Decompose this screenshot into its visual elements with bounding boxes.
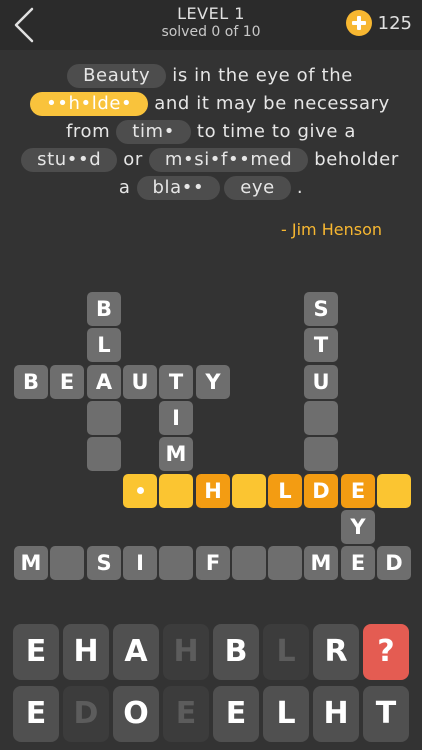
board-tile[interactable] (232, 546, 266, 580)
board-tile[interactable]: T (304, 328, 338, 362)
board-tile-selected[interactable] (123, 474, 157, 508)
board-tile[interactable]: U (123, 365, 157, 399)
board-tile[interactable] (159, 546, 193, 580)
letter-key[interactable]: L (263, 686, 309, 742)
board-tile[interactable]: S (87, 546, 121, 580)
board-tile-selected[interactable] (232, 474, 266, 508)
board-tile[interactable]: E (50, 365, 84, 399)
board-tile[interactable] (304, 437, 338, 471)
letter-key[interactable]: T (363, 686, 409, 742)
board-tile[interactable]: L (87, 328, 121, 362)
letter-key[interactable]: R (313, 624, 359, 680)
crossword-board: BSLTBEAUTYUIMHLDEYMSIFMED (0, 0, 422, 610)
board-tile[interactable]: U (304, 365, 338, 399)
hint-button[interactable]: ? (363, 624, 409, 680)
board-tile[interactable]: M (159, 437, 193, 471)
board-tile[interactable]: I (123, 546, 157, 580)
board-tile[interactable]: A (87, 365, 121, 399)
board-tile[interactable] (268, 546, 302, 580)
board-tile[interactable]: E (341, 546, 375, 580)
letter-key[interactable]: D (63, 686, 109, 742)
board-tile[interactable]: Y (196, 365, 230, 399)
letter-key[interactable]: E (13, 686, 59, 742)
letter-key[interactable]: A (113, 624, 159, 680)
board-tile-selected[interactable] (159, 474, 193, 508)
letter-key[interactable]: B (213, 624, 259, 680)
board-tile-selected[interactable]: E (341, 474, 375, 508)
board-tile[interactable]: M (304, 546, 338, 580)
letter-key[interactable]: L (263, 624, 309, 680)
letter-key[interactable]: H (163, 624, 209, 680)
board-tile[interactable]: T (159, 365, 193, 399)
board-tile-selected[interactable] (377, 474, 411, 508)
board-tile[interactable] (304, 401, 338, 435)
board-tile-selected[interactable]: D (304, 474, 338, 508)
board-tile[interactable]: I (159, 401, 193, 435)
letter-key[interactable]: H (313, 686, 359, 742)
board-tile[interactable]: M (14, 546, 48, 580)
board-tile-selected[interactable]: H (196, 474, 230, 508)
board-tile[interactable]: S (304, 292, 338, 326)
board-tile[interactable]: B (14, 365, 48, 399)
board-tile-selected[interactable]: L (268, 474, 302, 508)
letter-key[interactable]: E (163, 686, 209, 742)
letter-key[interactable]: H (63, 624, 109, 680)
board-tile[interactable] (50, 546, 84, 580)
letter-key[interactable]: E (13, 624, 59, 680)
letter-keyboard: E H A H B L R? E D O E E L H T (0, 610, 422, 750)
board-tile[interactable]: B (87, 292, 121, 326)
cursor-dot-icon (136, 487, 144, 494)
letter-key[interactable]: E (213, 686, 259, 742)
board-tile[interactable] (87, 401, 121, 435)
letter-key[interactable]: O (113, 686, 159, 742)
board-tile[interactable] (87, 437, 121, 471)
board-tile[interactable]: Y (341, 510, 375, 544)
board-tile[interactable]: D (377, 546, 411, 580)
board-tile[interactable]: F (196, 546, 230, 580)
